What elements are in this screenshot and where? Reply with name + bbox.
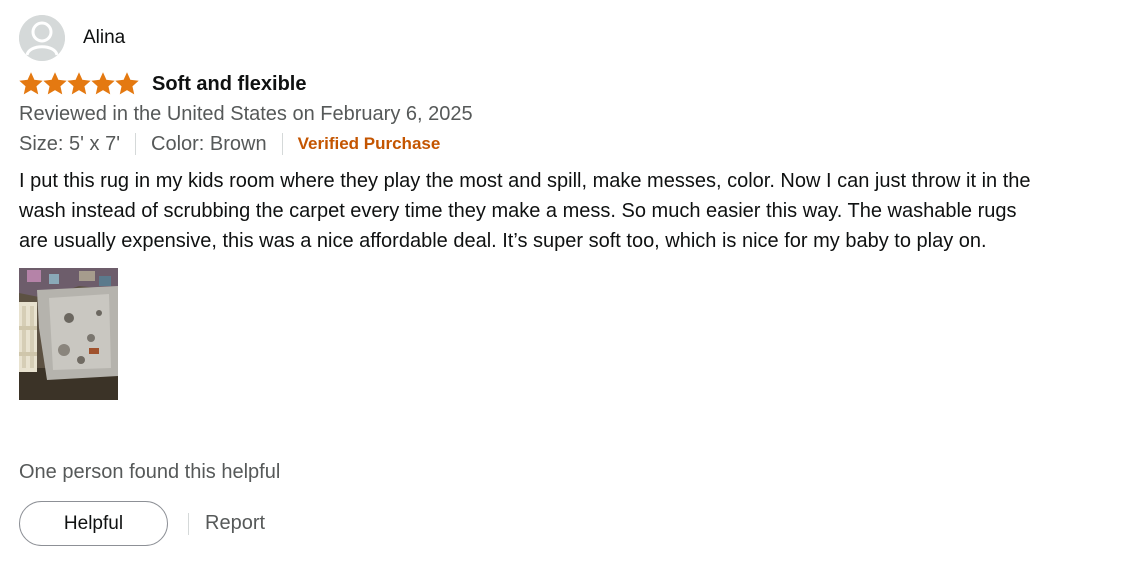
- report-link[interactable]: Report: [205, 512, 265, 535]
- divider: [281, 133, 283, 155]
- verified-purchase-badge[interactable]: Verified Purchase: [298, 131, 441, 157]
- size-option[interactable]: Size: 5' x 7': [19, 131, 120, 157]
- reviewer-name[interactable]: Alina: [83, 27, 125, 49]
- helpful-button[interactable]: Helpful: [19, 501, 168, 546]
- review-body: I put this rug in my kids room where the…: [19, 170, 1031, 252]
- star-icon: [115, 72, 139, 95]
- star-icon: [91, 72, 115, 95]
- divider: [188, 512, 189, 535]
- star-icon: [43, 72, 67, 95]
- reviewer-profile[interactable]: Alina: [19, 15, 1059, 61]
- star-icon: [67, 72, 91, 95]
- review-card: Alina Soft and flexible Reviewed in the …: [19, 15, 1059, 400]
- review-meta: Size: 5' x 7' Color: Brown Verified Purc…: [19, 131, 1059, 157]
- helpful-count: One person found this helpful: [19, 461, 281, 483]
- user-avatar-icon[interactable]: [19, 15, 65, 61]
- color-option[interactable]: Color: Brown: [151, 131, 267, 157]
- divider: [135, 133, 137, 155]
- review-photo-thumbnail[interactable]: [19, 268, 118, 400]
- review-title-row: Soft and flexible: [19, 70, 1059, 98]
- review-date: Reviewed in the United States on Februar…: [19, 103, 473, 125]
- star-rating[interactable]: [19, 72, 140, 96]
- review-actions: Helpful Report: [19, 501, 265, 546]
- star-icon: [19, 72, 43, 95]
- review-title[interactable]: Soft and flexible: [152, 73, 306, 96]
